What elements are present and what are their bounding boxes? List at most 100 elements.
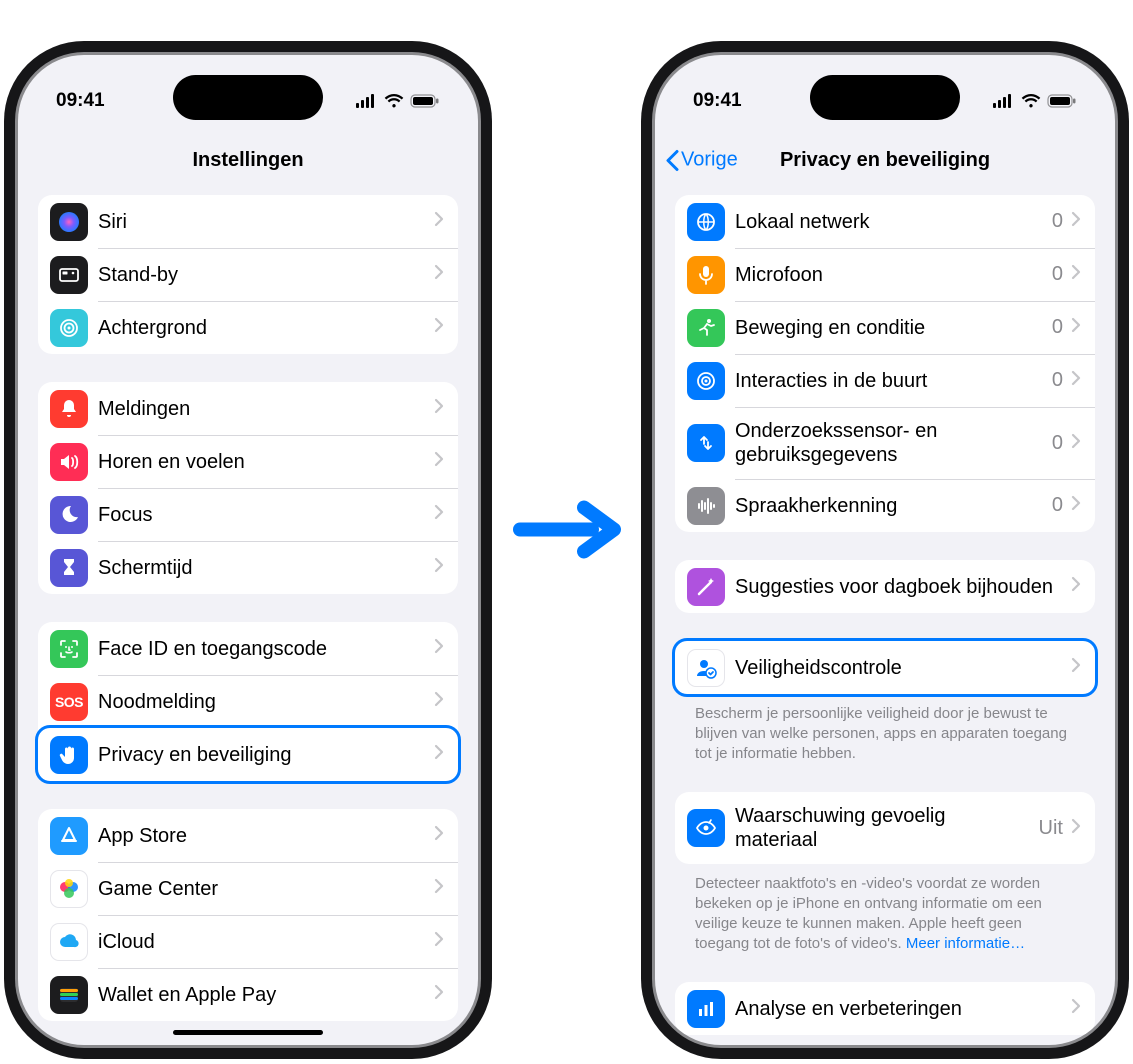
row-value: Uit [1039, 817, 1063, 840]
chevron-right-icon [1071, 211, 1081, 232]
home-indicator[interactable] [173, 1030, 323, 1035]
row-label: Onderzoekssensor- en gebruiksgegevens [735, 407, 1044, 479]
settings-row-sounds[interactable]: Horen en voelen [38, 435, 458, 488]
row-label: Privacy en beveiliging [98, 731, 426, 779]
settings-row-screentime[interactable]: Schermtijd [38, 541, 458, 594]
settings-group: App StoreGame CenteriCloud Wallet en Appl… [38, 809, 458, 1021]
chevron-right-icon [1071, 264, 1081, 285]
phone-right: 09:41 Vorige Privacy en beveiliging Loka… [655, 55, 1115, 1045]
settings-group: Meldingen Horen en voelen Focus Schermtijd [38, 382, 458, 594]
chevron-right-icon [1071, 370, 1081, 391]
chevron-right-icon [434, 398, 444, 419]
nav-bar: Instellingen [18, 133, 478, 188]
settings-row-sensitive[interactable]: Waarschuwing gevoelig materiaalUit [675, 792, 1095, 864]
waveform-icon [687, 487, 725, 525]
status-right-icons [993, 94, 1077, 108]
row-value: 0 [1052, 432, 1063, 455]
wand-icon [687, 568, 725, 606]
settings-row-analytics[interactable]: Analyse en verbeteringen [675, 982, 1095, 1035]
row-label: iCloud [98, 918, 426, 966]
group-footer: Detecteer naaktfoto's en -video's voorda… [675, 864, 1095, 954]
settings-row-focus[interactable]: Focus [38, 488, 458, 541]
battery-icon [1047, 94, 1077, 108]
row-label: App Store [98, 812, 426, 860]
chevron-right-icon [434, 504, 444, 525]
chevron-right-icon [434, 638, 444, 659]
personcheck-icon [687, 649, 725, 687]
settings-row-motion[interactable]: Beweging en conditie 0 [675, 301, 1095, 354]
more-info-link[interactable]: Meer informatie… [906, 935, 1025, 952]
arrows-icon [687, 424, 725, 462]
settings-row-icloud[interactable]: iCloud [38, 915, 458, 968]
dynamic-island [810, 75, 960, 120]
settings-row-sos[interactable]: SOSNoodmelding [38, 675, 458, 728]
nav-back-button[interactable]: Vorige [665, 149, 738, 172]
settings-group: Veiligheidscontrole [675, 638, 1095, 697]
chevron-right-icon [1071, 495, 1081, 516]
row-label: Wallet en Apple Pay [98, 971, 426, 1019]
row-label: Spraakherkenning [735, 482, 1044, 530]
settings-row-appstore[interactable]: App Store [38, 809, 458, 862]
settings-group: Siri Stand-byAchtergrond [38, 195, 458, 354]
settings-row-gamecenter[interactable]: Game Center [38, 862, 458, 915]
faceid-icon [50, 630, 88, 668]
privacy-scroll[interactable]: Lokaal netwerk 0 Microfoon0Beweging en con… [655, 187, 1115, 1045]
chevron-right-icon [1071, 657, 1081, 678]
row-label: Analyse en verbeteringen [735, 985, 1063, 1033]
chevron-right-icon [434, 931, 444, 952]
status-time: 09:41 [693, 90, 742, 112]
settings-group: Suggesties voor dagboek bijhouden [675, 560, 1095, 613]
settings-row-siri[interactable]: Siri [38, 195, 458, 248]
settings-group: Lokaal netwerk 0 Microfoon0Beweging en con… [675, 195, 1095, 532]
runner-icon [687, 309, 725, 347]
settings-row-faceid[interactable]: Face ID en toegangscode [38, 622, 458, 675]
row-value: 0 [1052, 210, 1063, 233]
settings-scroll[interactable]: Siri Stand-byAchtergrond Meldingen Horen en… [18, 187, 478, 1045]
dynamic-island [173, 75, 323, 120]
flow-arrow-icon [512, 500, 622, 565]
standby-icon [50, 256, 88, 294]
chevron-right-icon [434, 744, 444, 765]
status-time: 09:41 [56, 90, 105, 112]
settings-row-research[interactable]: Onderzoekssensor- en gebruiksgegevens 0 [675, 407, 1095, 479]
row-label: Noodmelding [98, 678, 426, 726]
target-icon [687, 362, 725, 400]
chevron-right-icon [434, 317, 444, 338]
settings-row-journal[interactable]: Suggesties voor dagboek bijhouden [675, 560, 1095, 613]
settings-row-safety[interactable]: Veiligheidscontrole [672, 638, 1098, 697]
nav-title: Instellingen [192, 149, 303, 172]
row-label: Stand-by [98, 251, 426, 299]
settings-row-privacy[interactable]: Privacy en beveiliging [35, 725, 461, 784]
settings-row-mic[interactable]: Microfoon0 [675, 248, 1095, 301]
icloud-icon [50, 923, 88, 961]
settings-row-notifications[interactable]: Meldingen [38, 382, 458, 435]
row-label: Meldingen [98, 385, 426, 433]
barchart-icon [687, 990, 725, 1028]
settings-row-wallpaper[interactable]: Achtergrond [38, 301, 458, 354]
settings-row-nearby[interactable]: Interacties in de buurt0 [675, 354, 1095, 407]
settings-row-localnet[interactable]: Lokaal netwerk 0 [675, 195, 1095, 248]
chevron-right-icon [434, 691, 444, 712]
settings-group: Face ID en toegangscodeSOSNoodmeldingPri… [38, 622, 458, 784]
cellular-icon [356, 94, 378, 108]
settings-group: Analyse en verbeteringen [675, 982, 1095, 1035]
group-footer: Bescherm je persoonlijke veiligheid door… [675, 694, 1095, 764]
nav-back-label: Vorige [681, 149, 738, 172]
phone-left: 09:41 Instellingen Siri Stand-byAchtergro… [18, 55, 478, 1045]
settings-row-standby[interactable]: Stand-by [38, 248, 458, 301]
row-label: Focus [98, 491, 426, 539]
row-label: Schermtijd [98, 544, 426, 592]
row-label: Beweging en conditie [735, 304, 1044, 352]
row-label: Horen en voelen [98, 438, 426, 486]
chevron-right-icon [434, 825, 444, 846]
hand-icon [50, 736, 88, 774]
chevron-right-icon [434, 557, 444, 578]
row-label: Siri [98, 198, 426, 246]
settings-row-speech[interactable]: Spraakherkenning0 [675, 479, 1095, 532]
settings-row-wallet[interactable]: Wallet en Apple Pay [38, 968, 458, 1021]
row-value: 0 [1052, 316, 1063, 339]
row-label: Veiligheidscontrole [735, 644, 1063, 692]
row-label: Lokaal netwerk [735, 198, 1044, 246]
chevron-right-icon [1071, 818, 1081, 839]
gamecenter-icon [50, 870, 88, 908]
